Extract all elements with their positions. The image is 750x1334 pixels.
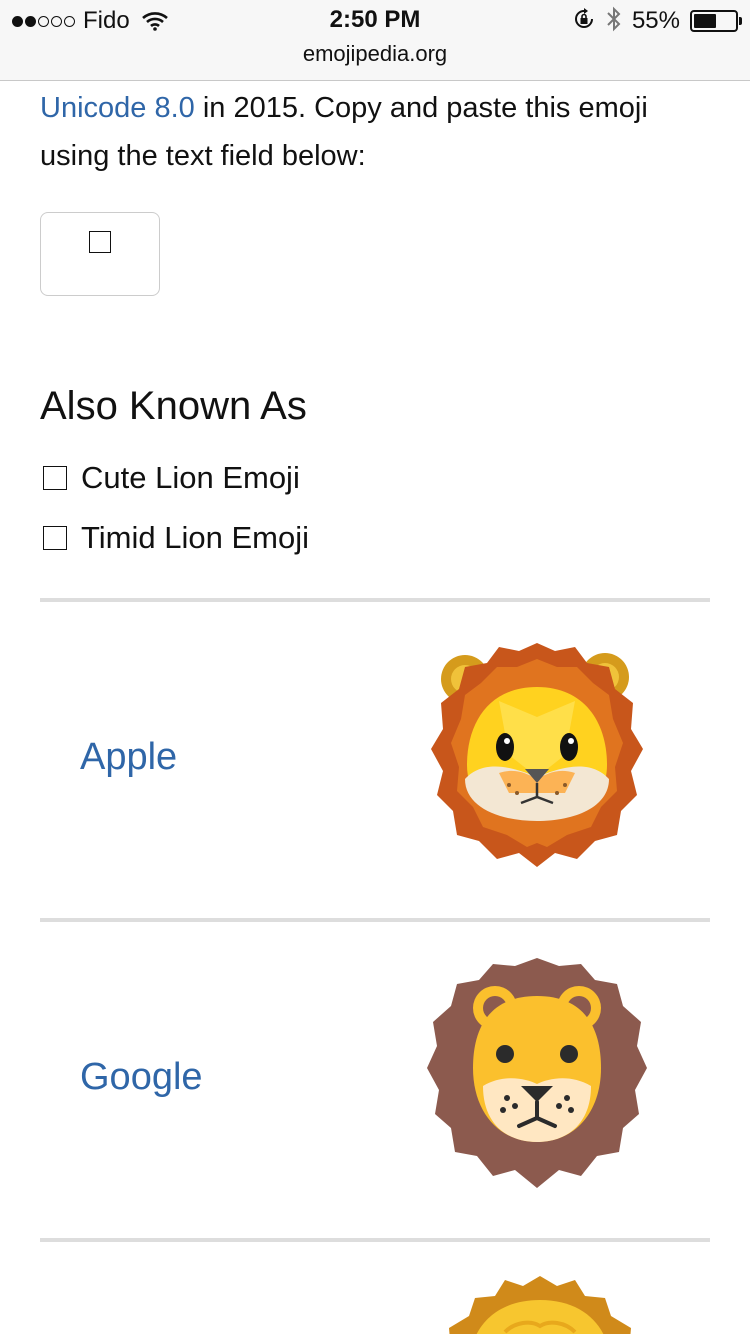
vendor-link-google[interactable]: Google [80,1056,203,1099]
status-bar: Fido 2:50 PM 55% emojipedia.org [0,0,750,81]
battery-percent: 55% [631,7,680,34]
rotation-lock-icon [572,7,596,36]
apple-lion-face-emoji[interactable] [425,637,649,874]
alias-label: Timid Lion Emoji [81,520,309,555]
missing-glyph-icon [43,526,67,550]
also-known-as-heading: Also Known As [40,384,307,428]
right-status-icons: 55% [572,6,742,37]
battery-level [694,14,716,28]
also-known-as-list: Cute Lion Emoji Timid Lion Emoji [40,448,309,568]
unicode-version-link[interactable]: Unicode 8.0 [40,92,195,124]
intro-paragraph: Unicode 8.0 in 2015. Copy and paste this… [40,84,720,180]
vendor-link-apple[interactable]: Apple [80,736,177,779]
list-item: Cute Lion Emoji [40,448,309,508]
bluetooth-icon [606,6,622,37]
vendor-row-google: Google [40,922,710,1238]
alias-label: Cute Lion Emoji [81,460,300,495]
copy-paste-field[interactable] [40,212,160,296]
next-vendor-lion-face-emoji[interactable] [435,1272,645,1334]
vendor-row-apple: Apple [40,602,710,918]
emoji-glyph-box [89,231,111,253]
list-item: Timid Lion Emoji [40,508,309,568]
vendor-row-next [40,1242,710,1334]
battery-icon [690,10,742,32]
address-bar-url[interactable]: emojipedia.org [0,41,750,67]
google-lion-face-emoji[interactable] [425,956,649,1197]
missing-glyph-icon [43,466,67,490]
